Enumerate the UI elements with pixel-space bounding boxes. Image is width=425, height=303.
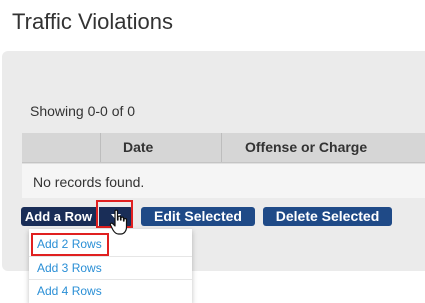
column-header-date-label: Date	[123, 139, 154, 155]
record-count: Showing 0-0 of 0	[30, 103, 136, 119]
empty-message: No records found.	[33, 174, 145, 190]
column-header-date[interactable]: Date	[100, 133, 222, 162]
hand-pointer-icon	[109, 209, 128, 235]
menu-item-add-3-rows[interactable]: Add 3 Rows	[29, 256, 192, 280]
table-header: Date Offense or Charge	[22, 133, 425, 163]
column-header-offense-label: Offense or Charge	[245, 139, 368, 155]
menu-item-add-4-rows[interactable]: Add 4 Rows	[29, 279, 192, 303]
menu-item-label: Add 3 Rows	[37, 261, 102, 275]
edit-selected-button[interactable]: Edit Selected	[141, 207, 255, 226]
page-title: Traffic Violations	[12, 9, 174, 34]
highlight-box-menu-item	[31, 233, 109, 256]
add-row-button[interactable]: Add a Row	[21, 207, 96, 226]
column-header-select	[22, 133, 100, 162]
violations-table: Date Offense or Charge No records found.	[22, 133, 425, 198]
delete-selected-button[interactable]: Delete Selected	[263, 207, 392, 226]
table-row: No records found.	[22, 163, 425, 198]
menu-item-label: Add 4 Rows	[37, 284, 102, 298]
column-header-offense[interactable]: Offense or Charge	[221, 133, 425, 162]
